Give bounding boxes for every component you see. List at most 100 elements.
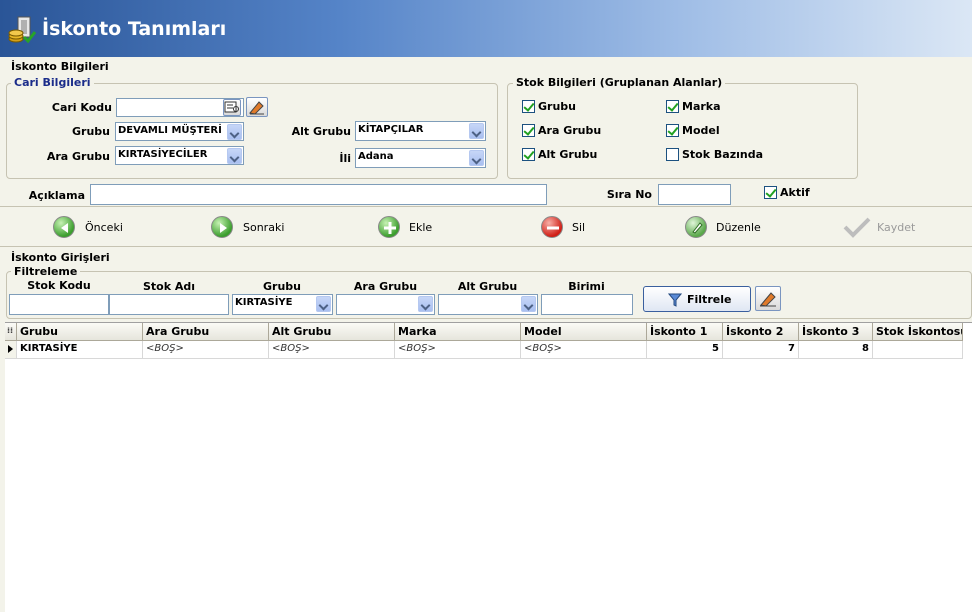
sira-no-label: Sıra No (606, 188, 652, 201)
grid-cell-iskonto-1[interactable]: 5 (647, 341, 723, 359)
stok-bilgileri-legend: Stok Bilgileri (Gruplanan Alanlar) (513, 76, 726, 89)
aktif-label: Aktif (780, 186, 810, 199)
sil-label: Sil (572, 221, 586, 234)
alt-grubu-combo[interactable]: KİTAPÇILAR (355, 121, 486, 141)
grid-cell-marka[interactable]: <BOŞ> (395, 341, 521, 359)
ara-grubu-filter-combo[interactable] (336, 294, 435, 315)
grid-cell-grubu[interactable]: KIRTASİYE (17, 341, 143, 359)
ili-label: İli (339, 152, 351, 165)
grid-header-grubu[interactable]: Grubu (17, 323, 143, 341)
grubu-label: Grubu (72, 125, 110, 138)
stok-bazinda-check-label: Stok Bazında (682, 148, 763, 161)
cari-clear-button[interactable] (246, 97, 268, 117)
alt-grubu-filter-label: Alt Grubu (457, 280, 518, 293)
grubu-check-label: Grubu (538, 100, 576, 113)
window-header: İskonto Tanımları (0, 0, 972, 57)
ara-grubu-check-label: Ara Grubu (538, 124, 602, 137)
birimi-filter-label: Birimi (568, 280, 605, 293)
grid-header-model[interactable]: Model (521, 323, 647, 341)
checkmark-icon (843, 216, 871, 238)
iskonto-grid: ⁞⁞ Grubu Ara Grubu Alt Grubu Marka Model… (5, 322, 972, 612)
alt-grubu-checkbox[interactable] (522, 148, 535, 161)
grubu-filter-combo[interactable]: KIRTASİYE (232, 294, 333, 315)
cari-kodu-label: Cari Kodu (51, 101, 112, 114)
stok-kodu-filter-label: Stok Kodu (27, 279, 91, 292)
arrow-right-icon (211, 216, 233, 238)
grid-header-ara-grubu[interactable]: Ara Grubu (143, 323, 269, 341)
kaydet-label: Kaydet (877, 221, 916, 234)
plus-icon (378, 216, 400, 238)
stok-adi-filter-input[interactable] (109, 294, 229, 315)
ekle-label: Ekle (409, 221, 433, 234)
sira-no-input[interactable] (658, 184, 731, 205)
grid-cell-stok-iskontosu[interactable] (873, 341, 963, 359)
eraser-icon (249, 101, 264, 115)
arrow-left-icon (53, 216, 75, 238)
ara-grubu-filter-label: Ara Grubu (353, 280, 418, 293)
aciklama-input[interactable] (90, 184, 547, 205)
ara-grubu-combo[interactable]: KIRTASİYECİLER (115, 146, 244, 165)
stok-adi-filter-label: Stok Adı (142, 280, 196, 293)
alt-grubu-label: Alt Grubu (291, 125, 351, 138)
chevron-down-icon[interactable] (521, 296, 536, 312)
divider (0, 246, 972, 247)
grid-cell-ara-grubu[interactable]: <BOŞ> (143, 341, 269, 359)
ara-grubu-label: Ara Grubu (46, 150, 110, 163)
row-pointer-icon (8, 345, 13, 353)
marka-checkbox[interactable] (666, 100, 679, 113)
eraser-icon (760, 292, 776, 307)
section-iskonto-bilgileri: İskonto Bilgileri (11, 60, 109, 73)
cari-kodu-input[interactable] (116, 98, 244, 117)
filter-icon (668, 293, 682, 307)
duzenle-label: Düzenle (716, 221, 761, 234)
grid-cell-alt-grubu[interactable]: <BOŞ> (269, 341, 395, 359)
grid-cell-iskonto-3[interactable]: 8 (799, 341, 873, 359)
cari-search-button[interactable] (223, 99, 241, 116)
grid-header-iskonto-2[interactable]: İskonto 2 (723, 323, 799, 341)
page-title: İskonto Tanımları (42, 18, 227, 40)
table-row[interactable]: KIRTASİYE <BOŞ> <BOŞ> <BOŞ> <BOŞ> 5 7 8 (5, 341, 963, 359)
chevron-down-icon[interactable] (227, 124, 242, 140)
grid-header-marka[interactable]: Marka (395, 323, 521, 341)
birimi-filter-input[interactable] (541, 294, 633, 315)
chevron-down-icon[interactable] (316, 296, 331, 312)
ili-combo[interactable]: Adana (355, 148, 486, 168)
minus-icon (541, 216, 563, 238)
stok-bazinda-checkbox[interactable] (666, 148, 679, 161)
model-checkbox[interactable] (666, 124, 679, 137)
divider (0, 206, 972, 207)
grid-cell-model[interactable]: <BOŞ> (521, 341, 647, 359)
filtreleme-legend: Filtreleme (11, 265, 81, 278)
app-icon (8, 15, 37, 45)
grid-cell-iskonto-2[interactable]: 7 (723, 341, 799, 359)
alt-grubu-check-label: Alt Grubu (538, 148, 598, 161)
row-indicator (5, 341, 17, 359)
onceki-label: Önceki (85, 221, 123, 234)
model-check-label: Model (682, 124, 720, 137)
section-iskonto-girisleri: İskonto Girişleri (11, 251, 110, 264)
alt-grubu-filter-combo[interactable] (438, 294, 538, 315)
stok-kodu-filter-input[interactable] (9, 294, 109, 315)
aciklama-label: Açıklama (28, 189, 85, 202)
grubu-combo[interactable]: DEVAMLI MÜŞTERİ (115, 122, 244, 141)
grid-header-iskonto-1[interactable]: İskonto 1 (647, 323, 723, 341)
lookup-icon (224, 101, 239, 113)
grid-corner[interactable]: ⁞⁞ (5, 323, 17, 341)
chevron-down-icon[interactable] (418, 296, 433, 312)
filter-clear-button[interactable] (755, 286, 781, 311)
sonraki-label: Sonraki (243, 221, 285, 234)
grubu-filter-label: Grubu (263, 280, 301, 293)
filtrele-label: Filtrele (687, 293, 732, 306)
grubu-checkbox[interactable] (522, 100, 535, 113)
grid-header-iskonto-3[interactable]: İskonto 3 (799, 323, 873, 341)
cari-bilgileri-legend: Cari Bilgileri (11, 76, 94, 89)
edit-icon (685, 216, 707, 238)
chevron-down-icon[interactable] (469, 123, 484, 139)
grid-header-alt-grubu[interactable]: Alt Grubu (269, 323, 395, 341)
aktif-checkbox[interactable] (764, 186, 777, 199)
grid-header-stok-iskontosu[interactable]: Stok İskontosu (873, 323, 963, 341)
chevron-down-icon[interactable] (469, 150, 484, 166)
filtrele-button[interactable]: Filtrele (643, 286, 751, 312)
chevron-down-icon[interactable] (227, 148, 242, 164)
ara-grubu-checkbox[interactable] (522, 124, 535, 137)
